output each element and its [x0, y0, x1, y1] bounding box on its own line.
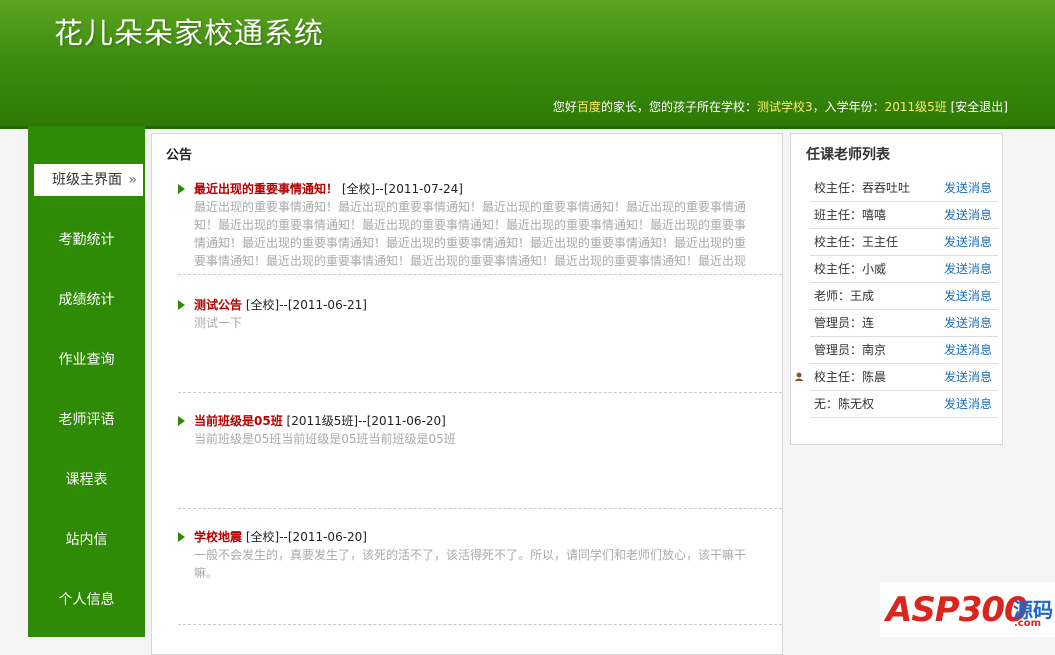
- notice-title-link[interactable]: 测试公告: [194, 298, 242, 312]
- notice-body: 最近出现的重要事情通知！最近出现的重要事情通知！最近出现的重要事情通知！最近出现…: [194, 200, 747, 268]
- notice-scope: [2011级5班]: [286, 414, 359, 428]
- triangle-bullet-icon: [178, 184, 185, 194]
- nav-item-grades[interactable]: 成绩统计: [28, 284, 145, 316]
- notice-date: --[2011-06-20]: [279, 530, 367, 544]
- nav-item-label: 班级主界面: [52, 172, 122, 188]
- send-message-link[interactable]: 发送消息: [944, 175, 992, 201]
- nav-item-class-home[interactable]: 班级主界面 »: [34, 164, 143, 196]
- watermark-logo: ASP300 源码 .com: [880, 582, 1055, 637]
- notice-date: --[2011-06-20]: [358, 414, 446, 428]
- welcome-mid: 的家长，您的孩子所在学校：: [600, 100, 757, 114]
- sidebar-nav: 班级主界面 » 考勤统计 成绩统计 作业查询 老师评语 课程表 站内信 个人信息: [28, 126, 145, 637]
- notice-scope: [全校]: [245, 530, 280, 544]
- year-label: ，入学年份：: [812, 100, 885, 114]
- nav-item-schedule[interactable]: 课程表: [28, 464, 145, 496]
- triangle-bullet-icon: [178, 532, 185, 542]
- notice-item: 测试公告 [全校]--[2011-06-21] 测试一下: [178, 296, 758, 332]
- send-message-link[interactable]: 发送消息: [944, 364, 992, 390]
- teacher-name: 校主任：陈晨: [814, 370, 887, 384]
- notice-title-link[interactable]: 最近出现的重要事情通知！: [194, 182, 338, 196]
- send-message-link[interactable]: 发送消息: [944, 391, 992, 417]
- notice-item: 最近出现的重要事情通知！ [全校]--[2011-07-24] 最近出现的重要事…: [178, 180, 758, 268]
- app-title: 花儿朵朵家校通系统: [54, 16, 325, 50]
- send-message-link[interactable]: 发送消息: [944, 256, 992, 282]
- send-message-link[interactable]: 发送消息: [944, 337, 992, 363]
- watermark-com-text: .com: [1014, 618, 1042, 629]
- teacher-row: 校主任：王主任 发送消息: [810, 229, 998, 256]
- notice-body: 当前班级是05班当前班级是05班当前班级是05班: [194, 432, 456, 446]
- user-name: 百度: [576, 100, 601, 114]
- teacher-row: 老师：王成 发送消息: [810, 283, 998, 310]
- notice-scope: [全校]: [341, 182, 376, 196]
- teacher-name: 校主任：小威: [814, 262, 887, 276]
- teacher-row: 管理员：南京 发送消息: [810, 337, 998, 364]
- notice-item: 学校地震 [全校]--[2011-06-20] 一般不会发生的，真要发生了，该死…: [178, 528, 758, 582]
- header-banner: 花儿朵朵家校通系统 您好百度的家长，您的孩子所在学校：测试学校3，入学年份：20…: [0, 0, 1055, 129]
- teacher-list-title: 任课老师列表: [806, 147, 890, 163]
- divider: [178, 392, 782, 393]
- teacher-row: 校主任：吞吞吐吐 发送消息: [810, 175, 998, 202]
- school-name: 测试学校3: [756, 100, 813, 114]
- notice-title-link[interactable]: 学校地震: [194, 530, 242, 544]
- notice-item: 当前班级是05班 [2011级5班]--[2011-06-20] 当前班级是05…: [178, 412, 758, 448]
- divider: [178, 508, 782, 509]
- notice-title-link[interactable]: 当前班级是05班: [194, 414, 283, 428]
- nav-item-messages[interactable]: 站内信: [28, 524, 145, 556]
- class-name: 2011级5班: [884, 100, 947, 114]
- panel-title: 公告: [166, 148, 193, 163]
- notice-scope: [全校]: [245, 298, 280, 312]
- teacher-row: 无：陈无权 发送消息: [810, 391, 998, 418]
- welcome-bar: 您好百度的家长，您的孩子所在学校：测试学校3，入学年份：2011级5班 [安全退…: [553, 98, 1008, 115]
- teacher-row: 班主任：嘻嘻 发送消息: [810, 202, 998, 229]
- notice-body: 测试一下: [194, 316, 243, 330]
- watermark-logo-text: ASP300: [886, 590, 1028, 630]
- teacher-name: 老师：王成: [814, 289, 875, 303]
- nav-item-profile[interactable]: 个人信息: [28, 584, 145, 616]
- teacher-list-panel: 任课老师列表 校主任：吞吞吐吐 发送消息 班主任：嘻嘻 发送消息 校主任：王主任…: [790, 133, 1003, 445]
- teacher-name: 班主任：嘻嘻: [814, 208, 887, 222]
- announcements-panel: 公告 最近出现的重要事情通知！ [全校]--[2011-07-24] 最近出现的…: [151, 133, 783, 655]
- nav-item-homework[interactable]: 作业查询: [28, 344, 145, 376]
- logout-link[interactable]: [安全退出]: [951, 100, 1008, 114]
- person-icon: [794, 372, 804, 381]
- teacher-name: 管理员：南京: [814, 343, 887, 357]
- teacher-name: 校主任：王主任: [814, 235, 899, 249]
- teacher-row: 校主任：陈晨 发送消息: [794, 364, 998, 391]
- nav-item-teacher-comments[interactable]: 老师评语: [28, 404, 145, 436]
- notice-date: --[2011-06-21]: [279, 298, 367, 312]
- teacher-name: 管理员：连: [814, 316, 875, 330]
- teacher-row: 校主任：小威 发送消息: [810, 256, 998, 283]
- nav-item-attendance[interactable]: 考勤统计: [28, 224, 145, 256]
- teacher-name: 校主任：吞吞吐吐: [814, 181, 911, 195]
- notice-date: --[2011-07-24]: [375, 182, 463, 196]
- divider: [178, 274, 782, 275]
- send-message-link[interactable]: 发送消息: [944, 310, 992, 336]
- welcome-prefix: 您好: [552, 100, 577, 114]
- notice-body: 一般不会发生的，真要发生了，该死的活不了，该活得死不了。所以，请同学们和老师们放…: [194, 548, 747, 580]
- teacher-row: 管理员：连 发送消息: [810, 310, 998, 337]
- send-message-link[interactable]: 发送消息: [944, 202, 992, 228]
- triangle-bullet-icon: [178, 300, 185, 310]
- divider: [178, 624, 782, 625]
- send-message-link[interactable]: 发送消息: [944, 229, 992, 255]
- triangle-bullet-icon: [178, 416, 185, 426]
- teacher-name: 无：陈无权: [814, 397, 875, 411]
- chevron-right-icon: »: [128, 172, 137, 188]
- send-message-link[interactable]: 发送消息: [944, 283, 992, 309]
